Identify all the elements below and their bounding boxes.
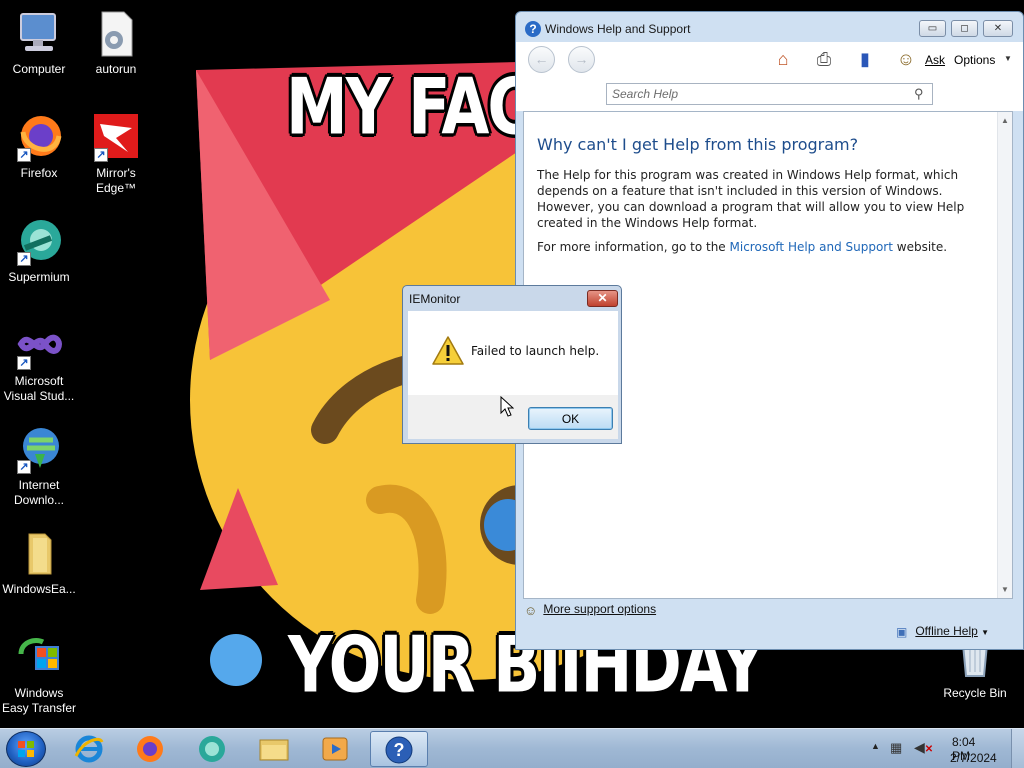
shortcut-arrow-icon: ↗: [17, 252, 31, 266]
taskbar-media-player[interactable]: [308, 731, 362, 767]
window-title: Windows Help and Support: [545, 22, 691, 36]
iemonitor-dialog[interactable]: IEMonitor ✕ Failed to launch help. OK: [402, 285, 622, 444]
taskbar-file-explorer[interactable]: [247, 731, 301, 767]
minimize-button[interactable]: ▭: [919, 20, 946, 37]
help-icon: ?: [525, 21, 541, 37]
vertical-scrollbar[interactable]: ▲ ▼: [997, 112, 1012, 598]
article-paragraph: The Help for this program was created in…: [537, 168, 965, 230]
search-icon[interactable]: ⚲: [914, 86, 924, 102]
firefox-icon: ↗: [15, 114, 63, 162]
desktop-icon-visual-studio[interactable]: ↗ Microsoft Visual Stud...: [0, 322, 78, 404]
show-desktop-button[interactable]: [1011, 729, 1024, 768]
file-explorer-icon: [259, 739, 289, 761]
desktop-icon-mirrors-edge[interactable]: ↗ Mirror's Edge™: [77, 114, 155, 196]
computer-icon: [15, 10, 63, 58]
shortcut-arrow-icon: ↗: [17, 356, 31, 370]
warning-icon: [432, 336, 464, 365]
desktop-icon-windowseasy-folder[interactable]: WindowsEa...: [0, 530, 78, 597]
shortcut-arrow-icon: ↗: [94, 148, 108, 162]
article-paragraph: For more information, go to the Microsof…: [537, 240, 948, 254]
internet-download-manager-icon: ↗: [15, 426, 63, 474]
browse-help-book-icon[interactable]: ▮: [852, 47, 878, 71]
print-icon[interactable]: ⎙: [811, 47, 837, 71]
article-body: The Help for this program was created in…: [537, 167, 989, 263]
search-bar: ⚲: [516, 82, 1023, 111]
taskbar-firefox[interactable]: [123, 731, 177, 767]
taskbar-supermium[interactable]: [185, 731, 239, 767]
taskbar-help-and-support[interactable]: ?: [370, 731, 428, 767]
dialog-title: IEMonitor: [409, 292, 461, 306]
options-menu[interactable]: Options: [954, 53, 995, 67]
help-home-icon[interactable]: ⌂: [770, 47, 796, 71]
mouse-cursor-icon: [500, 396, 514, 417]
desktop-icon-windows-easy-transfer[interactable]: Windows Easy Transfer: [0, 634, 78, 716]
ok-button[interactable]: OK: [528, 407, 613, 430]
desktop-icon-supermium[interactable]: ↗ Supermium: [0, 218, 78, 285]
desktop-icon-computer[interactable]: Computer: [0, 10, 78, 77]
microsoft-help-link[interactable]: Microsoft Help and Support: [730, 240, 893, 254]
settings-file-icon: [92, 10, 140, 58]
volume-muted-icon[interactable]: ◀✕: [914, 739, 933, 756]
chevron-down-icon: ▼: [981, 628, 990, 637]
taskbar: ? ▲ ▦ ◀✕ 8:04 PM 2/7/2024: [0, 728, 1024, 768]
maximize-button[interactable]: ◻: [951, 20, 978, 37]
dialog-body: Failed to launch help.: [408, 311, 618, 395]
forward-button[interactable]: →: [568, 46, 595, 73]
supermium-icon: ↗: [15, 218, 63, 266]
supermium-icon: [199, 736, 225, 762]
clock-date[interactable]: 2/7/2024: [950, 751, 997, 765]
scroll-up-icon[interactable]: ▲: [1001, 116, 1009, 125]
visual-studio-icon: ↗: [15, 322, 63, 370]
windows-logo-icon: [18, 741, 34, 757]
desktop-icon-autorun[interactable]: autorun: [77, 10, 155, 77]
search-input[interactable]: [606, 83, 933, 105]
easy-transfer-icon: [15, 634, 63, 682]
back-button[interactable]: ←: [528, 46, 555, 73]
ask-button[interactable]: Ask: [925, 53, 945, 67]
desktop-icon-firefox[interactable]: ↗ Firefox: [0, 114, 78, 181]
ask-people-icon[interactable]: ☺: [893, 47, 919, 71]
network-icon[interactable]: ▦: [890, 740, 902, 756]
desktop-icon-internet-download-manager[interactable]: ↗ Internet Downlo...: [0, 426, 78, 508]
help-icon: ?: [385, 736, 413, 764]
help-toolbar: ← → ⌂ ⎙ ▮ ☺ Ask Options ▼: [516, 42, 1023, 82]
scroll-down-icon[interactable]: ▼: [1001, 585, 1009, 594]
offline-computer-icon: ▣: [896, 624, 908, 639]
svg-text:?: ?: [394, 740, 405, 760]
window-titlebar[interactable]: ? Windows Help and Support ▭ ◻ ✕: [516, 12, 1023, 45]
shortcut-arrow-icon: ↗: [17, 460, 31, 474]
more-support-options-link[interactable]: ☺ More support options: [524, 602, 656, 618]
offline-help-menu[interactable]: ▣ Offline Help ▼: [896, 624, 989, 639]
dialog-close-button[interactable]: ✕: [587, 290, 618, 307]
internet-explorer-icon: [74, 735, 104, 763]
article-title: Why can't I get Help from this program?: [537, 135, 859, 154]
start-button[interactable]: [6, 731, 46, 767]
support-people-icon: ☺: [524, 602, 538, 618]
firefox-icon: [137, 736, 163, 762]
folder-icon: [15, 530, 63, 578]
shortcut-arrow-icon: ↗: [17, 148, 31, 162]
mirrors-edge-icon: ↗: [92, 114, 140, 162]
taskbar-internet-explorer[interactable]: [62, 731, 116, 767]
media-player-icon: [322, 737, 348, 761]
close-button[interactable]: ✕: [983, 20, 1013, 37]
dialog-message: Failed to launch help.: [471, 344, 600, 358]
chevron-down-icon[interactable]: ▼: [1004, 54, 1012, 63]
meme-top-caption: MY FAC: [286, 60, 533, 153]
show-hidden-icons-icon[interactable]: ▲: [871, 741, 880, 751]
